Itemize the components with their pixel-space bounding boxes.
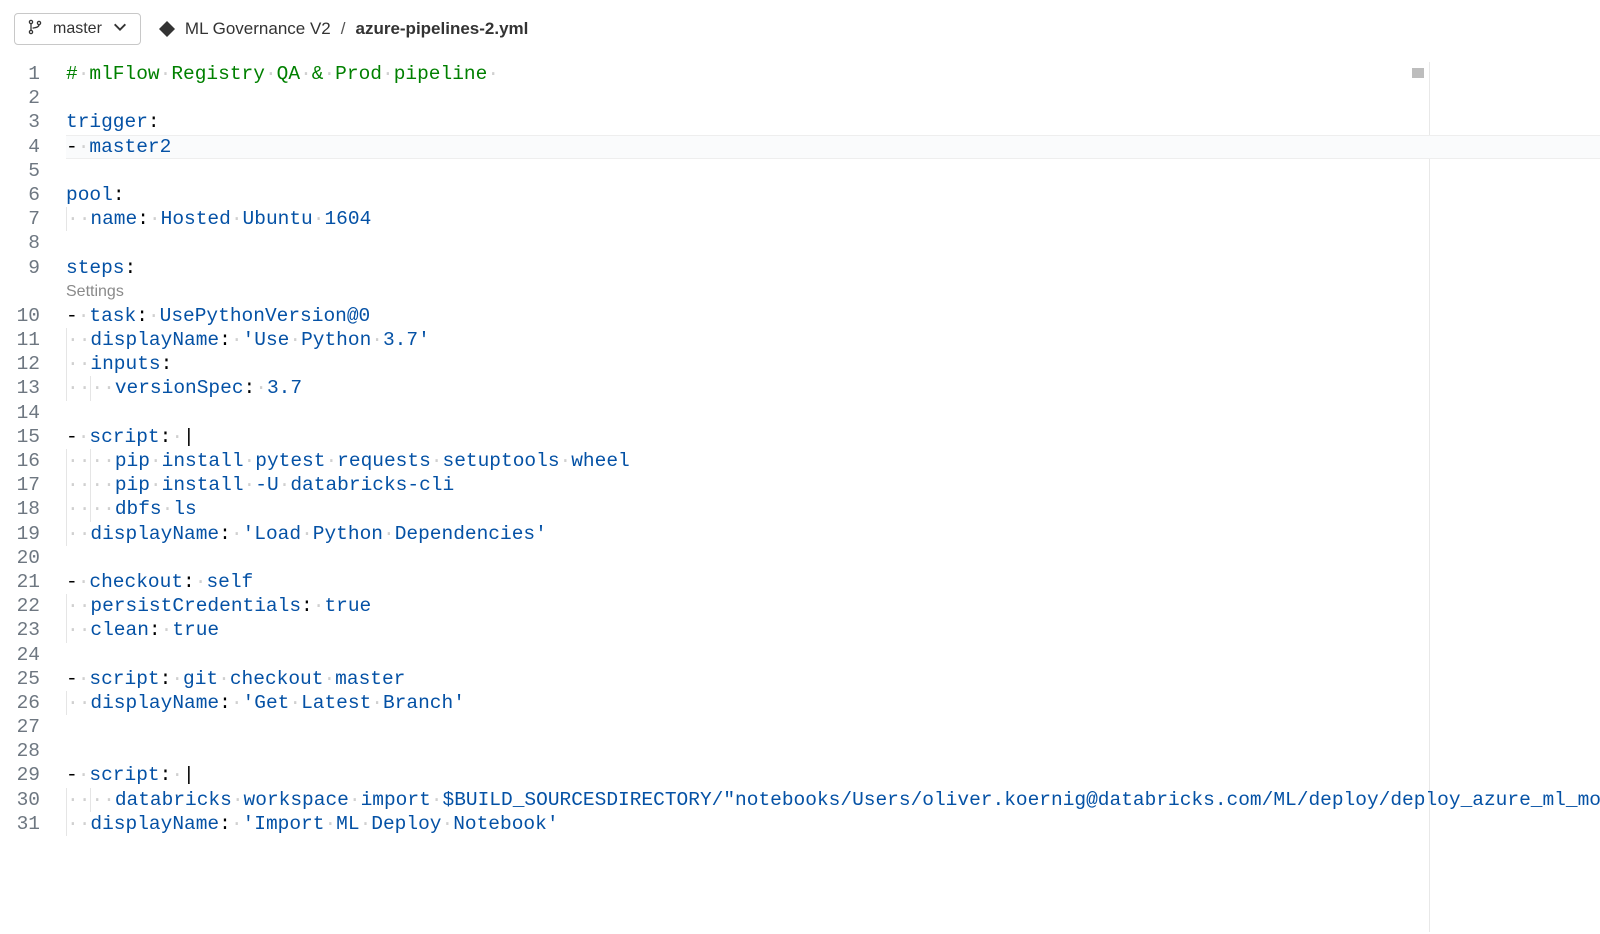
branch-selector-button[interactable]: master <box>14 13 141 45</box>
git-branch-icon <box>27 17 43 42</box>
code-line[interactable]: ··inputs: <box>66 352 1600 376</box>
code-line[interactable]: -·task:·UsePythonVersion@0 <box>66 304 1600 328</box>
code-line[interactable]: ··displayName:·'Get·Latest·Branch' <box>66 691 1600 715</box>
code-line[interactable]: -·script:·| <box>66 763 1600 787</box>
code-line[interactable] <box>66 739 1600 763</box>
code-line[interactable] <box>66 231 1600 255</box>
editor-header: master ML Governance V2 / azure-pipeline… <box>14 10 1600 48</box>
breadcrumb-separator: / <box>341 19 346 39</box>
code-line[interactable]: ··clean:·true <box>66 618 1600 642</box>
code-line[interactable] <box>66 546 1600 570</box>
codelens-settings[interactable]: Settings <box>66 280 1600 304</box>
breadcrumb-folder[interactable]: ML Governance V2 <box>185 19 331 39</box>
code-line[interactable]: trigger: <box>66 110 1600 134</box>
code-line[interactable] <box>66 86 1600 110</box>
code-line[interactable]: -·script:·git·checkout·master <box>66 667 1600 691</box>
code-line[interactable]: ····versionSpec:·3.7 <box>66 376 1600 400</box>
code-editor[interactable]: 123456789 101112131415161718192021222324… <box>14 62 1430 932</box>
code-line[interactable] <box>66 159 1600 183</box>
yaml-file-icon <box>159 21 175 37</box>
code-line[interactable]: ··displayName:·'Import·ML·Deploy·Noteboo… <box>66 812 1600 836</box>
code-line[interactable]: -·checkout:·self <box>66 570 1600 594</box>
code-line[interactable]: ····pip·install·-U·databricks-cli <box>66 473 1600 497</box>
code-line[interactable]: ··name:·Hosted·Ubuntu·1604 <box>66 207 1600 231</box>
code-line[interactable]: ····dbfs·ls <box>66 497 1600 521</box>
branch-name-label: master <box>53 20 102 38</box>
code-line[interactable]: #·mlFlow·Registry·QA·&·Prod·pipeline· <box>66 62 1600 86</box>
minimap-thumb[interactable] <box>1412 68 1424 78</box>
code-line[interactable]: ··displayName:·'Load·Python·Dependencies… <box>66 522 1600 546</box>
code-line[interactable]: -·script:·| <box>66 425 1600 449</box>
chevron-down-icon <box>112 17 128 42</box>
code-line[interactable] <box>66 715 1600 739</box>
code-line[interactable] <box>66 643 1600 667</box>
code-line[interactable]: steps: <box>66 256 1600 280</box>
line-number-gutter: 123456789 101112131415161718192021222324… <box>14 62 66 932</box>
code-line[interactable] <box>66 401 1600 425</box>
code-line[interactable]: ····pip·install·pytest·requests·setuptoo… <box>66 449 1600 473</box>
breadcrumb: ML Governance V2 / azure-pipelines-2.yml <box>159 19 528 39</box>
code-line[interactable]: ··persistCredentials:·true <box>66 594 1600 618</box>
code-line[interactable]: ····databricks·workspace·import·$BUILD_S… <box>66 788 1600 812</box>
breadcrumb-file[interactable]: azure-pipelines-2.yml <box>355 19 528 39</box>
code-line[interactable]: pool: <box>66 183 1600 207</box>
code-line[interactable]: ··displayName:·'Use·Python·3.7' <box>66 328 1600 352</box>
code-content[interactable]: #·mlFlow·Registry·QA·&·Prod·pipeline· tri… <box>66 62 1600 932</box>
code-line[interactable]: -·master2 <box>66 135 1600 159</box>
